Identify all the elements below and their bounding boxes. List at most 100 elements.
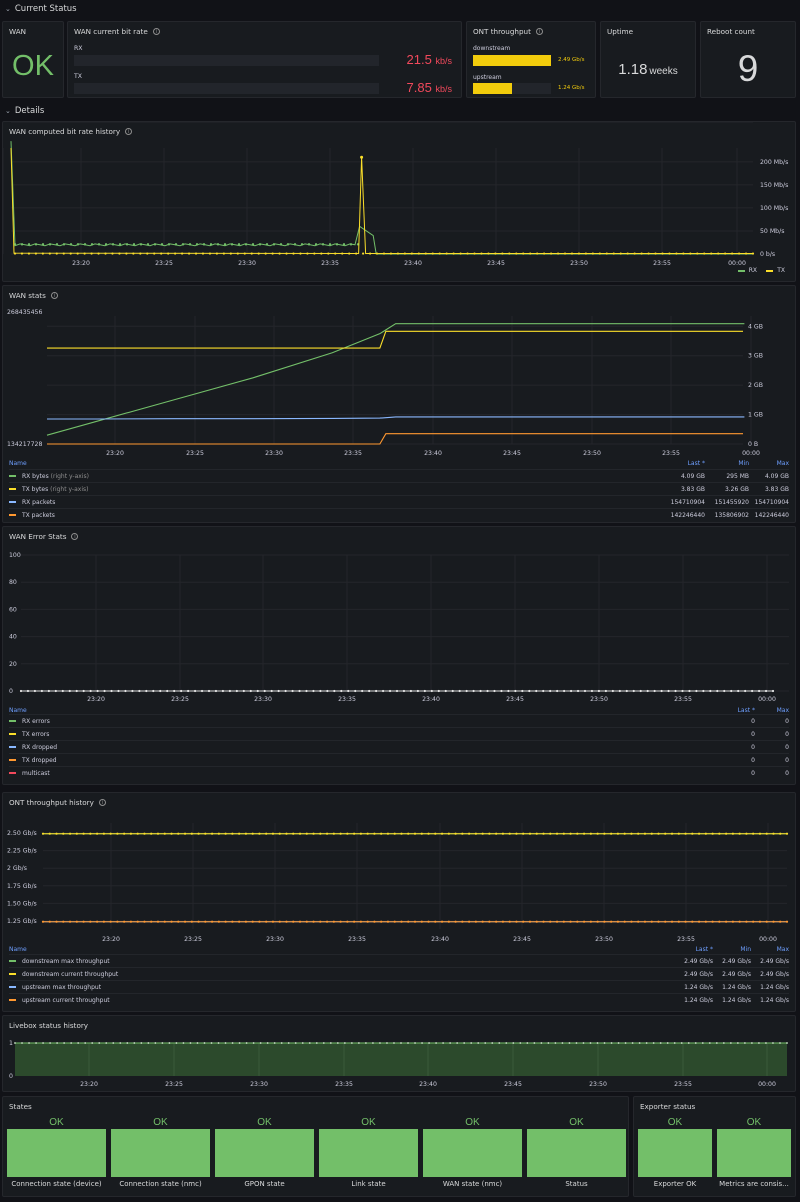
data-point-downstream bbox=[535, 832, 538, 835]
legend-row[interactable]: TX dropped 0 0 bbox=[9, 753, 789, 766]
data-point-downstream bbox=[298, 832, 302, 835]
data-point-status bbox=[582, 1042, 585, 1044]
legend-row[interactable]: TX packets 142246440 135806902 142246440 bbox=[9, 508, 789, 521]
data-point-status bbox=[28, 1042, 30, 1044]
data-point-downstream bbox=[758, 832, 762, 835]
row-current-status[interactable]: ⌄ Current Status bbox=[0, 0, 77, 18]
tile-value: OK bbox=[49, 1117, 64, 1128]
y-tick-label: 0 B bbox=[748, 441, 758, 448]
legend-row[interactable]: TX bytes (right y-axis) 3.83 GB 3.26 GB 3.8… bbox=[9, 482, 789, 495]
data-point-tx bbox=[577, 252, 581, 255]
legend-row[interactable]: RX errors 0 0 bbox=[9, 714, 789, 727]
legend-row[interactable]: downstream max throughput 2.49 Gb/s 2.49 G… bbox=[9, 954, 789, 967]
data-point-status bbox=[217, 1042, 220, 1044]
legend-row[interactable]: multicast 0 0 bbox=[9, 766, 789, 779]
data-point-upstream bbox=[508, 920, 511, 923]
data-point-errors bbox=[228, 689, 231, 693]
data-point-upstream bbox=[197, 920, 200, 923]
legend-max: 1.24 Gb/s bbox=[760, 996, 789, 1004]
status-tile bbox=[111, 1129, 210, 1177]
data-point-upstream bbox=[447, 920, 450, 923]
row-details[interactable]: ⌄ Details bbox=[0, 102, 44, 120]
legend-name: upstream current throughput bbox=[22, 996, 110, 1004]
legend-last: 154710904 bbox=[670, 498, 705, 506]
data-point-downstream bbox=[129, 832, 133, 835]
x-tick-label: 23:20 bbox=[72, 260, 90, 267]
data-point-upstream bbox=[231, 920, 234, 923]
legend-row[interactable]: upstream current throughput 1.24 Gb/s 1.24… bbox=[9, 993, 789, 1006]
data-point-errors bbox=[632, 689, 635, 693]
data-point-tx bbox=[292, 252, 295, 255]
legend-row[interactable]: downstream current throughput 2.49 Gb/s 2.… bbox=[9, 967, 789, 980]
data-point-rx bbox=[209, 243, 213, 246]
data-point-status bbox=[421, 1042, 423, 1044]
upstream-bar bbox=[473, 83, 551, 94]
data-point-status bbox=[301, 1042, 304, 1044]
data-point-errors bbox=[751, 689, 754, 693]
y-tick-label: 0 bbox=[9, 688, 13, 695]
data-point-status bbox=[694, 1042, 697, 1044]
data-point-tx bbox=[737, 252, 741, 255]
data-point-upstream bbox=[319, 920, 322, 923]
data-point-status bbox=[701, 1042, 704, 1044]
legend-tx[interactable]: TX bbox=[766, 267, 785, 274]
data-point-status bbox=[624, 1042, 627, 1044]
x-tick-label: 23:35 bbox=[335, 1081, 353, 1088]
tile-label: GPON state bbox=[244, 1180, 285, 1188]
data-point-tx bbox=[459, 252, 462, 255]
data-point-downstream bbox=[643, 832, 647, 835]
ont-history-panel: ONT throughput history i 2.50 Gb/s 2.25 Gb… bbox=[2, 792, 796, 1012]
x-tick-label: 23:20 bbox=[87, 696, 105, 703]
data-point-errors bbox=[764, 689, 768, 693]
row-title: Details bbox=[14, 106, 45, 116]
data-point-tx bbox=[529, 252, 532, 255]
data-point-upstream bbox=[582, 920, 586, 923]
data-point-status bbox=[357, 1042, 360, 1044]
data-point-errors bbox=[326, 689, 329, 693]
data-point-upstream bbox=[224, 920, 227, 923]
data-point-errors bbox=[479, 689, 482, 693]
data-point-downstream bbox=[704, 832, 707, 835]
data-point-status bbox=[147, 1042, 150, 1044]
legend-row[interactable]: RX bytes (right y-axis) 4.09 GB 295 MB 4.09… bbox=[9, 469, 789, 482]
data-point-rx bbox=[27, 243, 31, 246]
legend-row[interactable]: RX packets 154710904 151455920 154710904 bbox=[9, 495, 789, 508]
data-point-tx bbox=[360, 155, 364, 159]
data-point-tx bbox=[174, 252, 177, 255]
bitrate-history-chart[interactable]: 200 Mb/s 150 Mb/s 100 Mb/s 50 Mb/s 0 b/s 23:2… bbox=[3, 122, 796, 282]
data-point-downstream bbox=[725, 832, 728, 835]
data-point-errors bbox=[486, 689, 489, 693]
data-point-upstream bbox=[474, 920, 477, 923]
data-point-tx bbox=[208, 252, 212, 255]
data-point-downstream bbox=[190, 832, 193, 835]
legend-row[interactable]: upstream max throughput 1.24 Gb/s 1.24 Gb/… bbox=[9, 980, 789, 993]
data-point-tx bbox=[605, 252, 608, 255]
legend-row[interactable]: TX errors 0 0 bbox=[9, 727, 789, 740]
x-tick-label: 23:50 bbox=[570, 260, 588, 267]
series-line-tx-packets bbox=[47, 433, 743, 445]
info-icon[interactable]: i bbox=[535, 28, 543, 35]
data-point-errors bbox=[361, 689, 364, 693]
data-point-errors bbox=[40, 689, 43, 693]
livebox-history-chart[interactable]: 1 0 23:20 23:25 23:30 23:35 23:40 23:45 23:50 23:… bbox=[3, 1016, 796, 1092]
data-point-errors bbox=[590, 689, 594, 693]
status-tile bbox=[215, 1129, 314, 1177]
data-point-upstream bbox=[393, 920, 396, 923]
data-point-tx bbox=[661, 252, 664, 255]
legend-row[interactable]: RX dropped 0 0 bbox=[9, 740, 789, 753]
data-point-errors bbox=[305, 689, 308, 693]
wan-errors-chart[interactable]: 100 80 60 40 20 0 23:20 23:25 23:30 23:35 23:40 23:… bbox=[3, 527, 796, 705]
data-point-tx bbox=[48, 252, 51, 255]
ont-history-chart[interactable]: 2.50 Gb/s 2.25 Gb/s 2 Gb/s 1.75 Gb/s 1.50 Gb… bbox=[3, 793, 796, 943]
data-point-tx bbox=[139, 252, 142, 255]
data-point-tx bbox=[313, 252, 316, 255]
data-point-downstream bbox=[325, 832, 329, 835]
data-point-upstream bbox=[359, 920, 362, 923]
legend-rx[interactable]: RX bbox=[737, 267, 757, 274]
data-point-errors bbox=[263, 689, 266, 693]
data-point-tx bbox=[222, 252, 225, 255]
wan-stats-chart[interactable]: 4 GB 3 GB 2 GB 1 GB 0 B 268435456 134217728 23:… bbox=[3, 286, 796, 457]
wan-errors-panel: WAN Error Stats i 100 80 60 40 20 0 23:20 23:25 2… bbox=[2, 526, 796, 785]
info-icon[interactable]: i bbox=[152, 28, 160, 35]
data-point-tx bbox=[83, 252, 86, 255]
